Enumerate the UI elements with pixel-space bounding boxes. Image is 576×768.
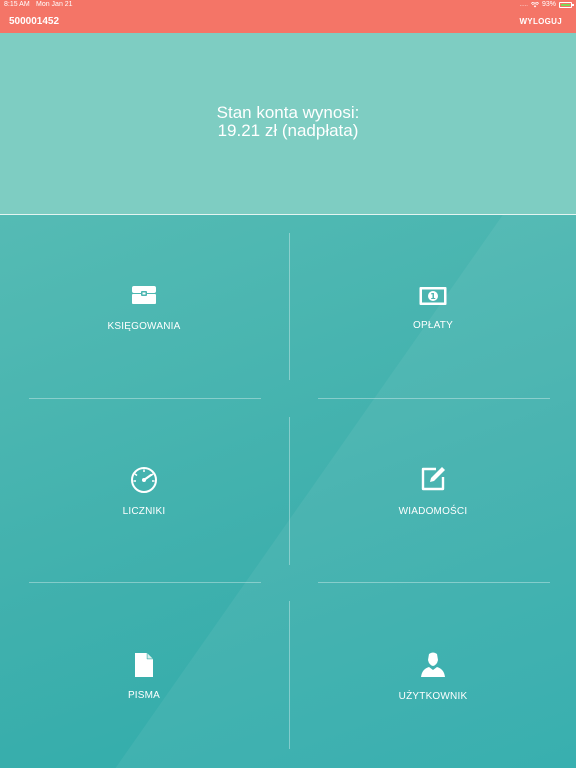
balance-panel: Stan konta wynosi: 19.21 zł (nadpłata) [0,33,576,214]
battery-icon [559,2,574,8]
menu-item-oplaty[interactable]: 1 OPŁATY [289,215,576,399]
logout-button[interactable]: WYLOGUJ [519,16,562,28]
balance-label: Stan konta wynosi: [216,103,360,122]
user-icon [419,650,447,678]
edit-icon [419,465,447,493]
menu-item-ksiegowania[interactable]: KSIĘGOWANIA [0,215,288,399]
status-bar: 8:15 AM Mon Jan 21 ..... 93% [0,0,576,10]
gauge-icon [130,465,158,493]
status-date: Mon Jan 21 [36,1,73,8]
balance-value: 19.21 zł (nadpłata) [217,121,359,140]
status-indicators: ..... 93% [519,0,574,10]
status-time: 8:15 AM [4,1,30,8]
menu-item-liczniki[interactable]: LICZNIKI [0,399,288,583]
menu-item-label: LICZNIKI [122,506,166,517]
banknote-icon: 1 [419,282,447,310]
menu-item-label: OPŁATY [413,320,453,331]
menu-item-label: KSIĘGOWANIA [107,321,181,332]
top-bar: 8:15 AM Mon Jan 21 ..... 93% 500001452 W… [0,0,576,33]
menu-item-pisma[interactable]: PISMA [0,583,288,767]
account-id: 500001452 [9,16,60,27]
document-icon [130,651,158,679]
menu-item-label: WIADOMOŚCI [398,506,468,517]
menu-item-uzytkownik[interactable]: UŻYTKOWNIK [289,583,576,767]
menu-item-label: UŻYTKOWNIK [398,691,468,702]
menu-item-label: PISMA [127,690,161,701]
battery-percent: 93% [541,1,556,8]
wifi-icon [530,1,540,8]
svg-text:1: 1 [430,292,436,301]
signal-indicator: ..... [519,2,528,8]
chest-icon [130,281,158,309]
menu-grid: KSIĘGOWANIA 1 OPŁATY LICZNIKI WIADOMOŚCI… [0,215,576,768]
menu-item-wiadomosci[interactable]: WIADOMOŚCI [289,399,576,583]
